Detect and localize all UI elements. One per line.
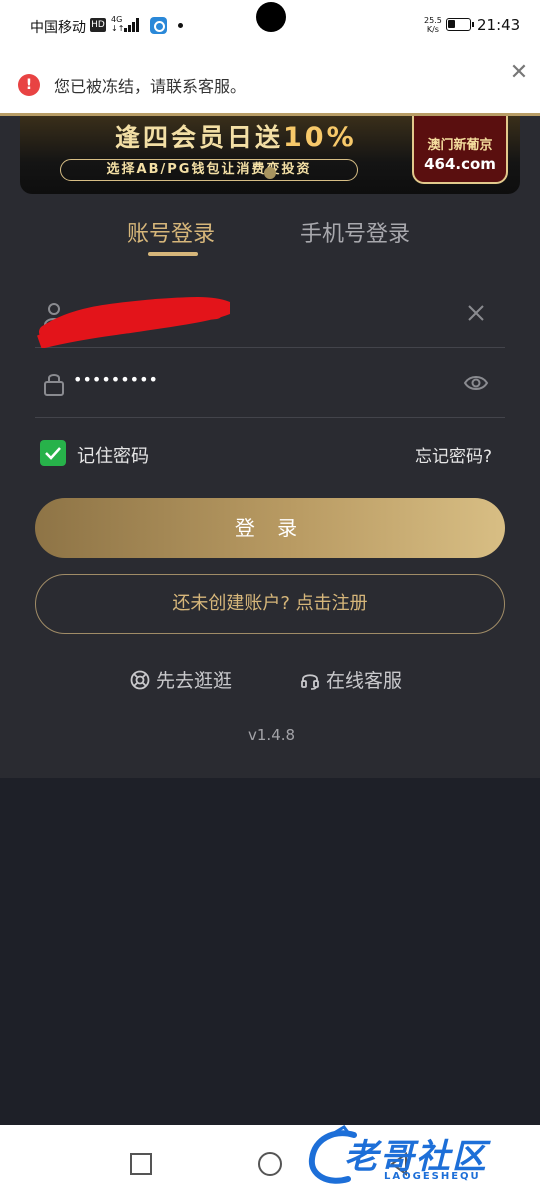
network-type: 4G bbox=[111, 15, 123, 24]
tab-account-login[interactable]: 账号登录 bbox=[127, 216, 215, 248]
home-button[interactable] bbox=[258, 1152, 282, 1176]
active-tab-indicator bbox=[148, 252, 198, 256]
app-version: v1.4.8 bbox=[248, 726, 296, 744]
battery-icon bbox=[446, 18, 474, 31]
network-indicator: 4G ↓↑ bbox=[111, 15, 124, 33]
lock-icon bbox=[44, 374, 64, 396]
clear-input-icon[interactable] bbox=[463, 300, 489, 326]
check-icon bbox=[45, 447, 61, 460]
forgot-password-link[interactable]: 忘记密码? bbox=[415, 442, 492, 467]
password-value: ••••••••• bbox=[73, 370, 158, 389]
app-notification-icon bbox=[150, 17, 167, 34]
error-icon: ! bbox=[18, 74, 40, 96]
online-service-link[interactable]: 在线客服 bbox=[300, 666, 402, 693]
banner-headline: 逢四会员日送10% bbox=[115, 118, 357, 154]
logo-title: 澳门新葡京 bbox=[427, 138, 493, 153]
speed-unit: K/s bbox=[426, 25, 439, 34]
front-camera bbox=[256, 2, 286, 32]
headset-icon bbox=[301, 674, 319, 690]
promo-banner[interactable]: 逢四会员日送10% 选择AB/PG钱包让消费变投资 澳门新葡京 464.com bbox=[20, 116, 520, 194]
status-bar: 中国移动 HD 4G ↓↑ 25.5 K/s 21:43 bbox=[0, 0, 540, 52]
watermark: 老哥社区 LAOGESHEQU bbox=[304, 1125, 528, 1193]
browse-label: 先去逛逛 bbox=[156, 670, 233, 692]
logo-site: 464.com bbox=[424, 155, 496, 173]
password-field[interactable]: ••••••••• bbox=[35, 348, 505, 418]
carrier-name: 中国移动 bbox=[30, 20, 86, 36]
banner-subline: 选择AB/PG钱包让消费变投资 bbox=[60, 159, 358, 181]
banner-headline-text: 逢四会员日送 bbox=[115, 123, 284, 152]
banner-carousel-dot bbox=[264, 167, 276, 179]
network-activity: ↓↑ bbox=[111, 24, 125, 33]
login-button[interactable]: 登 录 bbox=[35, 498, 505, 558]
login-panel: 逢四会员日送10% 选择AB/PG钱包让消费变投资 澳门新葡京 464.com … bbox=[0, 116, 540, 778]
recents-button[interactable] bbox=[130, 1153, 152, 1175]
frozen-account-notice: ! 您已被冻结，请联系客服。 ✕ bbox=[0, 52, 540, 116]
eye-icon[interactable] bbox=[463, 370, 489, 396]
lifebuoy-icon bbox=[130, 670, 150, 690]
hd-badge: HD bbox=[90, 18, 106, 32]
browse-link[interactable]: 先去逛逛 bbox=[130, 666, 232, 693]
notice-message: 您已被冻结，请联系客服。 bbox=[54, 77, 247, 96]
tab-phone-login[interactable]: 手机号登录 bbox=[300, 216, 410, 248]
clock: 21:43 bbox=[477, 16, 521, 34]
signal-icon bbox=[124, 18, 140, 32]
remember-checkbox[interactable] bbox=[40, 440, 66, 466]
network-speed: 25.5 K/s bbox=[424, 16, 442, 34]
close-icon[interactable]: ✕ bbox=[506, 60, 532, 86]
notification-dot-icon bbox=[178, 23, 183, 28]
service-label: 在线客服 bbox=[326, 670, 403, 692]
watermark-sub: LAOGESHEQU bbox=[384, 1171, 481, 1182]
speed-value: 25.5 bbox=[424, 16, 442, 25]
brand-logo: 澳门新葡京 464.com bbox=[412, 116, 508, 184]
system-nav-bar: 老哥社区 LAOGESHEQU bbox=[0, 1125, 540, 1200]
redaction-scribble bbox=[37, 297, 230, 348]
register-button[interactable]: 还未创建账户? 点击注册 bbox=[35, 574, 505, 634]
banner-headline-percent: 10% bbox=[283, 122, 357, 153]
remember-label: 记住密码 bbox=[77, 446, 149, 467]
